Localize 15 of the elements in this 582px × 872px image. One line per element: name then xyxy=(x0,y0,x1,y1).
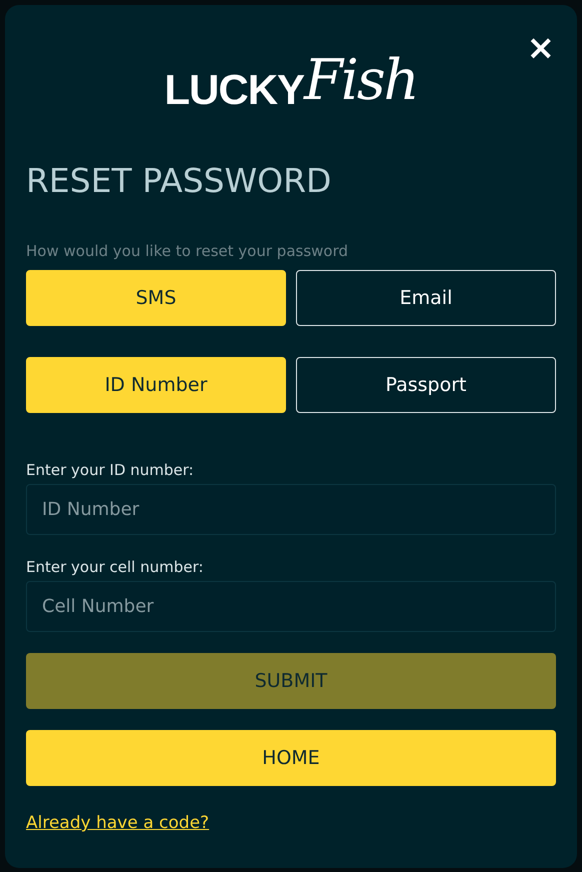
logo-wordmark: LUCKY xyxy=(164,69,304,111)
option-button[interactable]: Email xyxy=(296,270,556,326)
input-field[interactable]: Cell Number xyxy=(26,581,556,632)
field-label: Enter your cell number: xyxy=(26,557,204,577)
field-label: Enter your ID number: xyxy=(26,460,195,480)
option-button[interactable]: ID Number xyxy=(26,357,286,413)
code-link[interactable]: Already have a code? xyxy=(26,813,210,833)
close-button[interactable]: × xyxy=(526,31,555,65)
input-field[interactable]: ID Number xyxy=(26,484,556,535)
home-button[interactable]: HOME xyxy=(26,730,556,786)
option-button[interactable]: Passport xyxy=(296,357,556,413)
page-title: RESET PASSWORD xyxy=(26,161,332,201)
logo-script: Fish xyxy=(304,51,418,111)
prompt-text: How would you like to reset your password xyxy=(26,241,350,261)
option-button[interactable]: SMS xyxy=(26,270,286,326)
